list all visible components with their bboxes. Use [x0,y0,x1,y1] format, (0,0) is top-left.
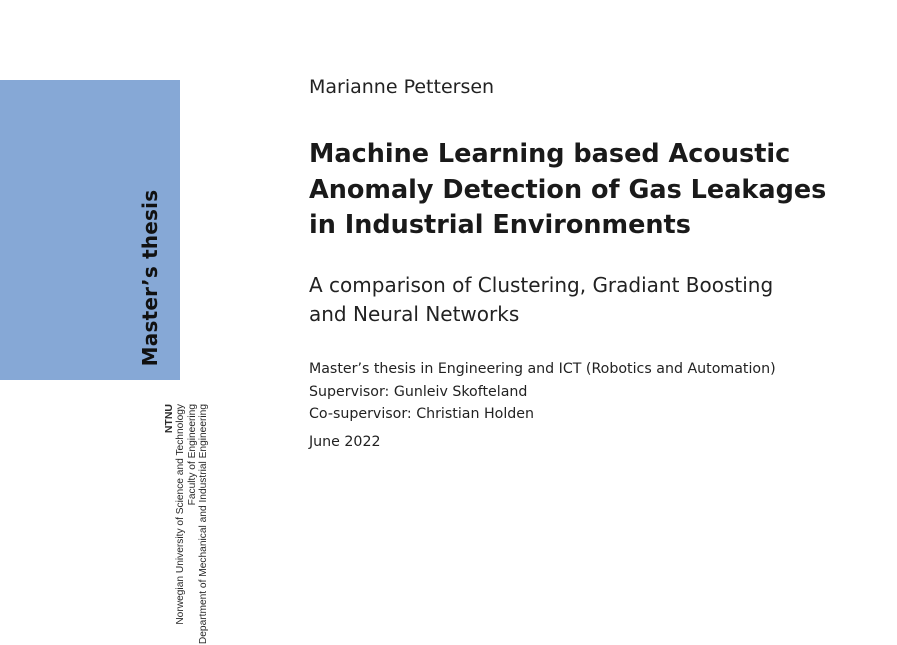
thesis-title: Machine Learning based Acoustic Anomaly … [309,137,869,244]
title-line: in Industrial Environments [309,210,691,240]
subtitle-line: A comparison of Clustering, Gradiant Boo… [309,273,774,297]
thesis-description: Master’s thesis in Engineering and ICT (… [309,361,776,377]
co-supervisor: Co-supervisor: Christian Holden [309,406,534,422]
institution-acronym: NTNU [163,404,175,434]
faculty-name: Faculty of Engineering [186,404,198,506]
department-name: Department of Mechanical and Industrial … [198,404,210,645]
thesis-type-label: Master’s thesis [138,189,162,367]
thesis-details: Master’s thesis in Engineering and ICT (… [309,358,776,453]
thesis-subtitle: A comparison of Clustering, Gradiant Boo… [309,271,869,329]
supervisor: Supervisor: Gunleiv Skofteland [309,383,528,400]
institution-full-name: Norwegian University of Science and Tech… [175,404,187,625]
author-name: Marianne Pettersen [309,76,495,98]
title-line: Anomaly Detection of Gas Leakages [309,174,827,205]
subtitle-line: and Neural Networks [309,302,520,326]
institution-block: NTNU Norwegian University of Science and… [163,404,210,645]
title-line: Machine Learning based Acoustic [309,139,791,169]
submission-date: June 2022 [309,433,381,450]
thesis-cover-page: Master’s thesis NTNU Norwegian Universit… [0,0,897,645]
